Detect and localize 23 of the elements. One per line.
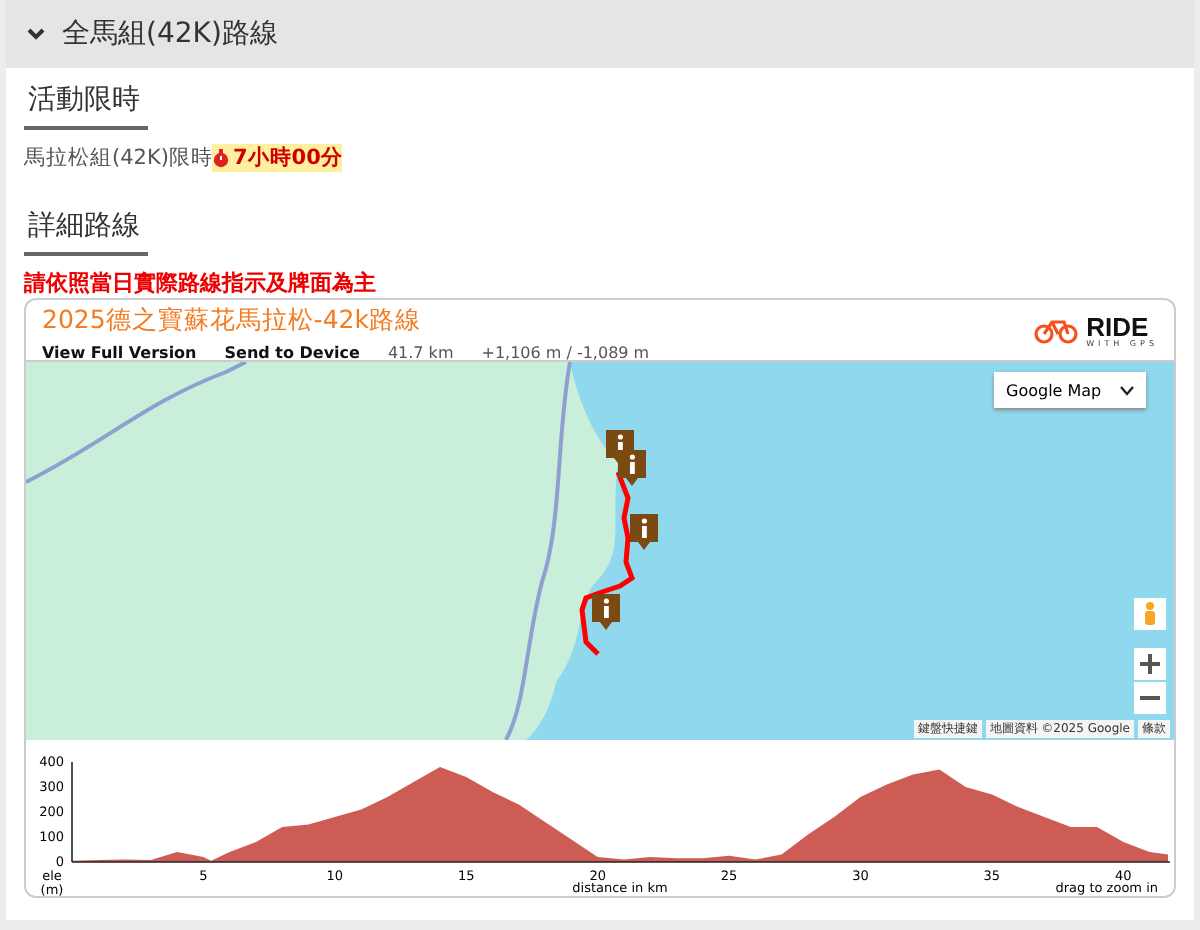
route-elevation: +1,106 m / -1,089 m <box>481 344 650 362</box>
map-type-dropdown[interactable]: Google Map <box>994 372 1146 408</box>
route-notice: 請依照當日實際路線指示及牌面為主 <box>24 268 378 298</box>
time-limit-label: 馬拉松組(42K)限時 <box>24 144 213 172</box>
route-title: 2025德之寶蘇花馬拉松-42k路線 <box>42 304 423 338</box>
plus-icon <box>1140 654 1160 674</box>
route-distance: 41.7 km <box>387 344 454 362</box>
logo-text: RIDE <box>1086 313 1149 339</box>
section-title: 全馬組(42K)路線 <box>62 16 278 52</box>
bicycle-icon <box>1034 316 1079 344</box>
stopwatch-icon <box>212 148 231 168</box>
info-marker-icon[interactable] <box>592 594 620 630</box>
info-marker-icon[interactable] <box>618 450 646 486</box>
route-link[interactable]: Send to Device <box>224 344 360 362</box>
time-limit-value: 7小時00分 <box>212 144 343 172</box>
section-header[interactable]: 全馬組(42K)路線 <box>6 0 1194 68</box>
zoom-in-button[interactable] <box>1134 648 1166 680</box>
section-heading: 活動限時 <box>24 82 148 130</box>
info-marker-icon[interactable] <box>630 514 658 550</box>
zoom-out-button[interactable] <box>1134 682 1166 714</box>
section-heading: 詳細路線 <box>24 208 148 256</box>
caret-icon <box>1120 385 1134 395</box>
route-link[interactable]: View Full Version <box>42 344 197 362</box>
